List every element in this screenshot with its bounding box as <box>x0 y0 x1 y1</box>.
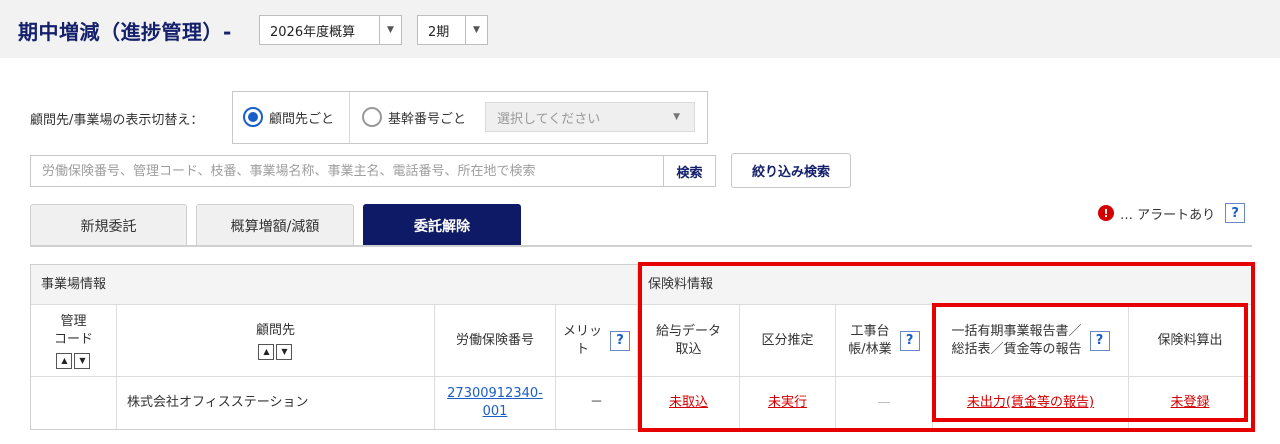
col-header-merit: メリッ ト ? <box>556 305 638 377</box>
col-header-premium-calc: 保険料算出 <box>1129 305 1251 377</box>
display-mode-group: 顧問先ごと 基幹番号ごと 選択してください ▼ <box>232 91 708 144</box>
help-icon[interactable]: ? <box>899 330 920 351</box>
search-input[interactable] <box>31 156 663 186</box>
chevron-down-icon: ▼ <box>673 112 680 122</box>
group-header-premium: 保険料情報 <box>638 265 1251 305</box>
filter-search-button[interactable]: 絞り込み検索 <box>731 153 851 188</box>
radio-base-number[interactable]: 基幹番号ごと <box>362 107 466 127</box>
progress-table: 事業場情報 保険料情報 管理 コード ▲ ▼ 顧問先 ▲ ▼ 労働保険番号 メリ… <box>30 264 1252 430</box>
sort-desc-icon[interactable]: ▼ <box>74 352 91 369</box>
page-header: 期中増減（進捗管理）- 2026年度概算 ▼ 2期 ▼ <box>0 0 1280 58</box>
base-number-select-placeholder: 選択してください <box>497 111 601 127</box>
cell-insurance-number: 27300912340- 001 <box>435 377 556 429</box>
search-bar: 検索 <box>30 155 716 187</box>
chevron-down-icon: ▼ <box>465 16 487 44</box>
col-header-payroll-import: 給与データ 取込 <box>638 305 740 377</box>
tab-estimate-change[interactable]: 概算増額/減額 <box>196 204 354 246</box>
alert-icon: ! <box>1098 205 1114 221</box>
tab-commission-cancel[interactable]: 委託解除 <box>363 204 521 246</box>
sort-desc-icon[interactable]: ▼ <box>276 343 293 360</box>
help-icon[interactable]: ? <box>1089 330 1110 351</box>
display-mode-label: 顧問先/事業場の表示切替え： <box>30 113 204 128</box>
payroll-import-link[interactable]: 未取込 <box>669 394 708 412</box>
base-number-select: 選択してください ▼ <box>485 102 695 132</box>
report-output-link[interactable]: 未出力(賃金等の報告) <box>967 394 1094 412</box>
radio-base-number-label: 基幹番号ごと <box>388 111 467 127</box>
cell-category-estimate: 未実行 <box>740 377 836 429</box>
col-header-client: 顧問先 ▲ ▼ <box>117 305 435 377</box>
help-icon[interactable]: ? <box>610 330 630 351</box>
category-estimate-link[interactable]: 未実行 <box>768 394 807 412</box>
page-title: 期中増減（進捗管理）- <box>18 20 232 44</box>
col-header-report-label: 一括有期事業報告書／ 総括表／賃金等の報告 <box>951 323 1082 357</box>
premium-calc-link[interactable]: 未登録 <box>1170 394 1209 412</box>
col-header-construction-label: 工事台 帳/林業 <box>848 323 892 357</box>
tab-new-commission[interactable]: 新規委託 <box>30 204 187 246</box>
insurance-number-part1: 27300912340- <box>447 386 543 401</box>
cell-construction-ledger: — <box>836 377 933 429</box>
period-value: 2期 <box>428 24 450 40</box>
col-header-category-estimate: 区分推定 <box>740 305 836 377</box>
col-header-client-label: 顧問先 <box>255 322 295 338</box>
divider <box>349 92 350 143</box>
sort-asc-icon[interactable]: ▲ <box>258 343 275 360</box>
chevron-down-icon: ▼ <box>379 16 401 44</box>
help-icon[interactable]: ? <box>1225 203 1246 223</box>
sort-asc-icon[interactable]: ▲ <box>56 352 73 369</box>
insurance-number-part2: 001 <box>482 404 508 419</box>
group-header-office: 事業場情報 <box>31 265 638 305</box>
tab-underline <box>30 245 1252 247</box>
col-header-merit-label: メリッ ト <box>562 323 602 357</box>
radio-unchecked-icon <box>362 107 382 127</box>
cell-payroll-import: 未取込 <box>638 377 740 429</box>
cell-premium-calc: 未登録 <box>1129 377 1251 429</box>
fiscal-year-select[interactable]: 2026年度概算 ▼ <box>259 15 402 45</box>
alert-legend-label: … アラートあり <box>1120 207 1216 223</box>
alert-legend: ! … アラートあり ? <box>1098 203 1246 223</box>
search-button[interactable]: 検索 <box>663 156 715 186</box>
col-header-construction-ledger: 工事台 帳/林業 ? <box>836 305 933 377</box>
cell-client-name: 株式会社オフィスステーション <box>117 377 435 429</box>
radio-client[interactable]: 顧問先ごと <box>243 107 334 127</box>
col-header-code: 管理 コード ▲ ▼ <box>31 305 117 377</box>
cell-code <box>31 377 117 429</box>
col-header-report: 一括有期事業報告書／ 総括表／賃金等の報告 ? <box>933 305 1129 377</box>
cell-merit: － <box>556 377 638 429</box>
period-select[interactable]: 2期 ▼ <box>417 15 488 45</box>
radio-client-label: 顧問先ごと <box>269 111 335 127</box>
radio-checked-icon <box>243 107 263 127</box>
fiscal-year-value: 2026年度概算 <box>270 24 356 40</box>
col-header-insurance-number: 労働保険番号 <box>435 305 556 377</box>
col-header-code-label: 管理 コード <box>53 313 93 347</box>
cell-report: 未出力(賃金等の報告) <box>933 377 1129 429</box>
insurance-number-link[interactable]: 27300912340- 001 <box>447 385 543 421</box>
